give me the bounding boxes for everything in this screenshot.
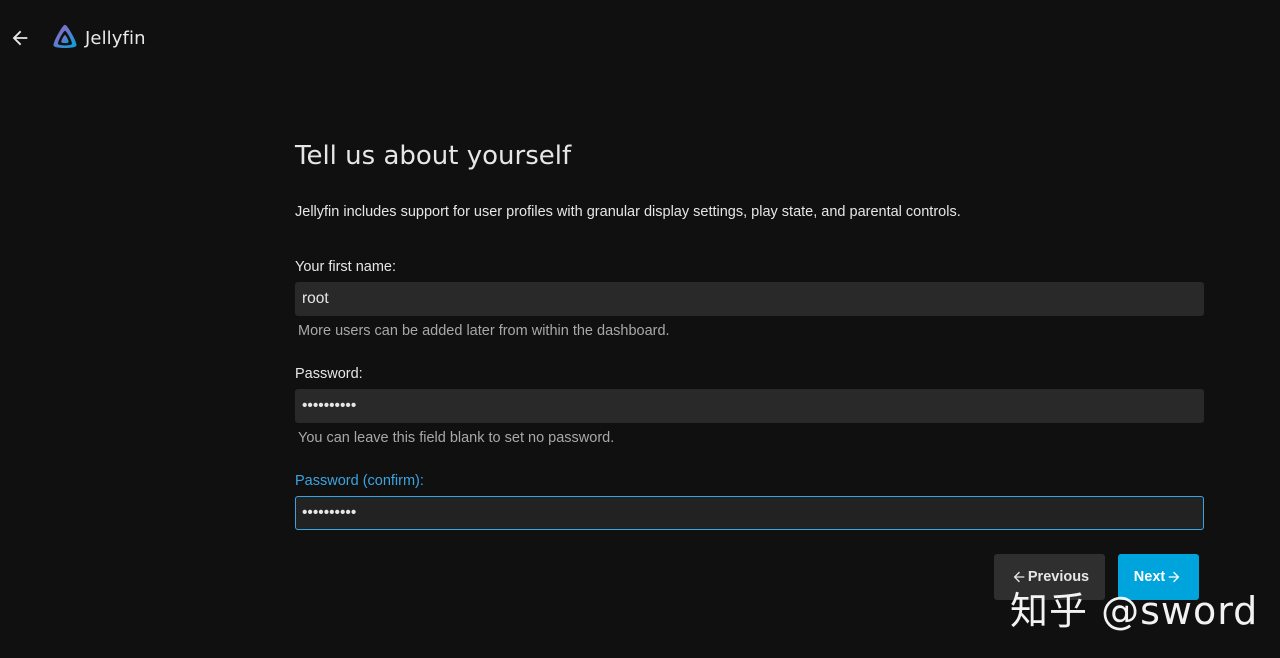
brand[interactable]: Jellyfin <box>50 22 146 54</box>
watermark: 知乎 @sword <box>1010 589 1259 633</box>
password-field: Password: You can leave this field blank… <box>295 364 1204 448</box>
first-name-input[interactable] <box>295 282 1204 316</box>
back-button[interactable] <box>6 24 34 52</box>
intro-text: Jellyfin includes support for user profi… <box>295 204 961 220</box>
first-name-label: Your first name: <box>295 259 397 275</box>
password-label: Password: <box>295 366 363 382</box>
first-name-field: Your first name: More users can be added… <box>295 257 1204 341</box>
arrow-left-icon <box>12 30 28 46</box>
brand-name: Jellyfin <box>85 27 146 49</box>
page-title: Tell us about yourself <box>295 141 572 171</box>
jellyfin-logo-icon <box>53 24 77 49</box>
password-confirm-field: Password (confirm): <box>295 471 1204 530</box>
password-confirm-label: Password (confirm): <box>295 473 424 489</box>
first-name-help: More users can be added later from withi… <box>298 323 670 339</box>
wizard-user-step: Tell us about yourself Jellyfin includes… <box>295 138 1204 530</box>
password-input[interactable] <box>295 389 1204 423</box>
password-help: You can leave this field blank to set no… <box>298 430 615 446</box>
password-confirm-input[interactable] <box>295 496 1204 530</box>
app-header: Jellyfin <box>0 0 1280 76</box>
